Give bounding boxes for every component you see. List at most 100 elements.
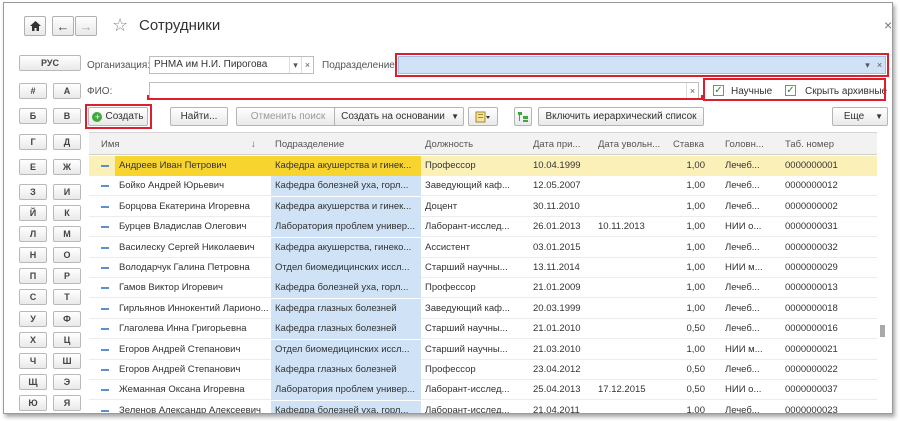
chevron-down-icon: ▼: [451, 112, 459, 121]
table-row[interactable]: Егоров Андрей Степанович Отдел биомедицин…: [89, 339, 877, 360]
chevron-down-icon[interactable]: ▾: [861, 57, 873, 73]
table-row[interactable]: Гирльянов Иннокентий Ларионо... Кафедра г…: [89, 298, 877, 319]
alphabet-letter-button[interactable]: Щ: [19, 374, 47, 390]
table-row[interactable]: Борцова Екатерина Игоревна Кафедра акушер…: [89, 196, 877, 217]
table-cell: [594, 258, 669, 278]
column-header[interactable]: Дата увольн...: [598, 139, 660, 150]
column-header[interactable]: Подразделение: [275, 139, 344, 150]
find-button[interactable]: Найти...: [170, 107, 228, 126]
lang-button[interactable]: РУС: [19, 55, 81, 71]
scientific-checkbox[interactable]: ✓: [713, 85, 724, 96]
table-cell: 0000000001: [785, 160, 838, 171]
report-button[interactable]: [468, 107, 498, 126]
scrollbar-thumb[interactable]: [880, 325, 885, 337]
close-icon[interactable]: ×: [884, 17, 892, 33]
table-row[interactable]: Егоров Андрей Степанович Кафедра глазных …: [89, 360, 877, 380]
column-header[interactable]: Таб. номер: [785, 139, 834, 150]
alphabet-letter-button[interactable]: Д: [53, 134, 81, 150]
table-row[interactable]: Зеленов Александр Алексеевич Кафедра боле…: [89, 400, 877, 413]
table-row[interactable]: Жеманная Оксана Игоревна Лаборатория проб…: [89, 380, 877, 401]
column-header[interactable]: Имя: [101, 139, 120, 150]
dept-field[interactable]: ▾ ×: [398, 56, 886, 74]
clear-icon[interactable]: ×: [301, 57, 313, 73]
alphabet-letter-button[interactable]: Л: [19, 226, 47, 242]
table-cell: Кафедра болезней уха, горл...: [271, 278, 421, 299]
forward-button[interactable]: →: [75, 16, 97, 36]
alphabet-letter-button[interactable]: О: [53, 247, 81, 263]
table-cell: Василеску Сергей Николаевич: [119, 241, 255, 253]
cancel-search-button[interactable]: Отменить поиск: [236, 107, 340, 126]
alphabet-letter-button[interactable]: З: [19, 184, 47, 200]
alphabet-letter-button[interactable]: М: [53, 226, 81, 242]
table-cell: [594, 197, 669, 217]
create-based-button[interactable]: Создать на основании ▼: [334, 107, 464, 126]
column-header[interactable]: Головн...: [725, 139, 764, 150]
alphabet-letter-button[interactable]: У: [19, 311, 47, 327]
table-cell: НИИ о...: [725, 384, 762, 396]
table-row[interactable]: Бойко Андрей Юрьевич Кафедра болезней уха…: [89, 176, 877, 197]
create-button[interactable]: + Создать: [88, 107, 148, 126]
alphabet-letter-button[interactable]: Х: [19, 332, 47, 348]
alphabet-letter-button[interactable]: Е: [19, 159, 47, 175]
alphabet-letter-button[interactable]: Я: [53, 395, 81, 411]
table-row[interactable]: Андреев Иван Петрович Кафедра акушерства …: [89, 156, 877, 176]
alphabet-letter-button[interactable]: Ц: [53, 332, 81, 348]
table-cell: 26.01.2013: [533, 221, 581, 233]
alphabet-letter-button[interactable]: Т: [53, 289, 81, 305]
alphabet-letter-button[interactable]: Й: [19, 205, 47, 221]
alphabet-letter-button[interactable]: С: [19, 289, 47, 305]
table-cell: Лечеб...: [725, 200, 760, 212]
sort-arrow-icon[interactable]: ↓: [251, 139, 256, 150]
fio-field[interactable]: ×: [149, 82, 699, 100]
hide-archive-checkbox[interactable]: ✓: [785, 85, 796, 96]
table-cell: 0,50: [686, 323, 706, 335]
alphabet-letter-button[interactable]: К: [53, 205, 81, 221]
more-button[interactable]: Еще ▼: [832, 107, 888, 126]
table-row[interactable]: Глаголева Инна Григорьевна Кафедра глазны…: [89, 319, 877, 340]
page-title: Сотрудники: [139, 17, 221, 34]
scrollbar[interactable]: [878, 153, 886, 413]
column-header[interactable]: Дата при...: [533, 139, 580, 150]
alphabet-letter-button[interactable]: Ю: [19, 395, 47, 411]
alphabet-letter-button[interactable]: #: [19, 83, 47, 99]
alphabet-letter-button[interactable]: Ш: [53, 353, 81, 369]
table-cell: 1,00: [686, 302, 706, 314]
table-row[interactable]: Володарчук Галина Петровна Отдел биомедиц…: [89, 258, 877, 278]
alphabet-letter-button[interactable]: И: [53, 184, 81, 200]
org-label: Организация:: [87, 60, 151, 71]
clear-icon[interactable]: ×: [686, 83, 698, 99]
table-row[interactable]: Гамов Виктор Игоревич Кафедра болезней ух…: [89, 278, 877, 299]
table-cell: Андреев Иван Петрович: [115, 156, 271, 176]
chevron-down-icon[interactable]: ▾: [289, 57, 301, 73]
alphabet-letter-button[interactable]: Ч: [19, 353, 47, 369]
column-header[interactable]: Ставка: [673, 139, 704, 150]
table-cell: Кафедра акушерства и гинек...: [271, 156, 421, 176]
hierarchy-button[interactable]: Включить иерархический список: [538, 107, 704, 126]
table-cell: 1,00: [686, 262, 706, 273]
alphabet-letter-button[interactable]: Г: [19, 134, 47, 150]
home-button[interactable]: [24, 16, 46, 36]
clear-icon[interactable]: ×: [873, 57, 885, 73]
alphabet-letter-button[interactable]: Н: [19, 247, 47, 263]
title-bar: ← → ☆ Сотрудники ×: [4, 3, 892, 47]
alphabet-letter-button[interactable]: П: [19, 268, 47, 284]
alphabet-letter-button[interactable]: Ж: [53, 159, 81, 175]
org-field[interactable]: РНМА им Н.И. Пирогова ▾ ×: [149, 56, 314, 74]
alphabet-letter-button[interactable]: В: [53, 108, 81, 124]
column-header[interactable]: Должность: [425, 139, 473, 150]
table-cell: 0000000037: [785, 384, 838, 396]
alphabet-letter-button[interactable]: Ф: [53, 311, 81, 327]
table-cell: Глаголева Инна Григорьевна: [119, 323, 247, 335]
back-button[interactable]: ←: [52, 16, 74, 36]
alphabet-letter-button[interactable]: А: [53, 83, 81, 99]
hierarchy-icon-button[interactable]: [514, 107, 532, 126]
table-row[interactable]: Василеску Сергей Николаевич Кафедра акуше…: [89, 237, 877, 258]
alphabet-letter-button[interactable]: Б: [19, 108, 47, 124]
alphabet-letter-button[interactable]: Р: [53, 268, 81, 284]
table-row[interactable]: Бурцев Владислав Олегович Лаборатория про…: [89, 217, 877, 238]
table-cell: Жеманная Оксана Игоревна: [119, 384, 245, 396]
table-cell: [594, 176, 669, 196]
star-icon[interactable]: ☆: [112, 15, 128, 36]
table-cell: Бойко Андрей Юрьевич: [119, 180, 225, 192]
alphabet-letter-button[interactable]: Э: [53, 374, 81, 390]
